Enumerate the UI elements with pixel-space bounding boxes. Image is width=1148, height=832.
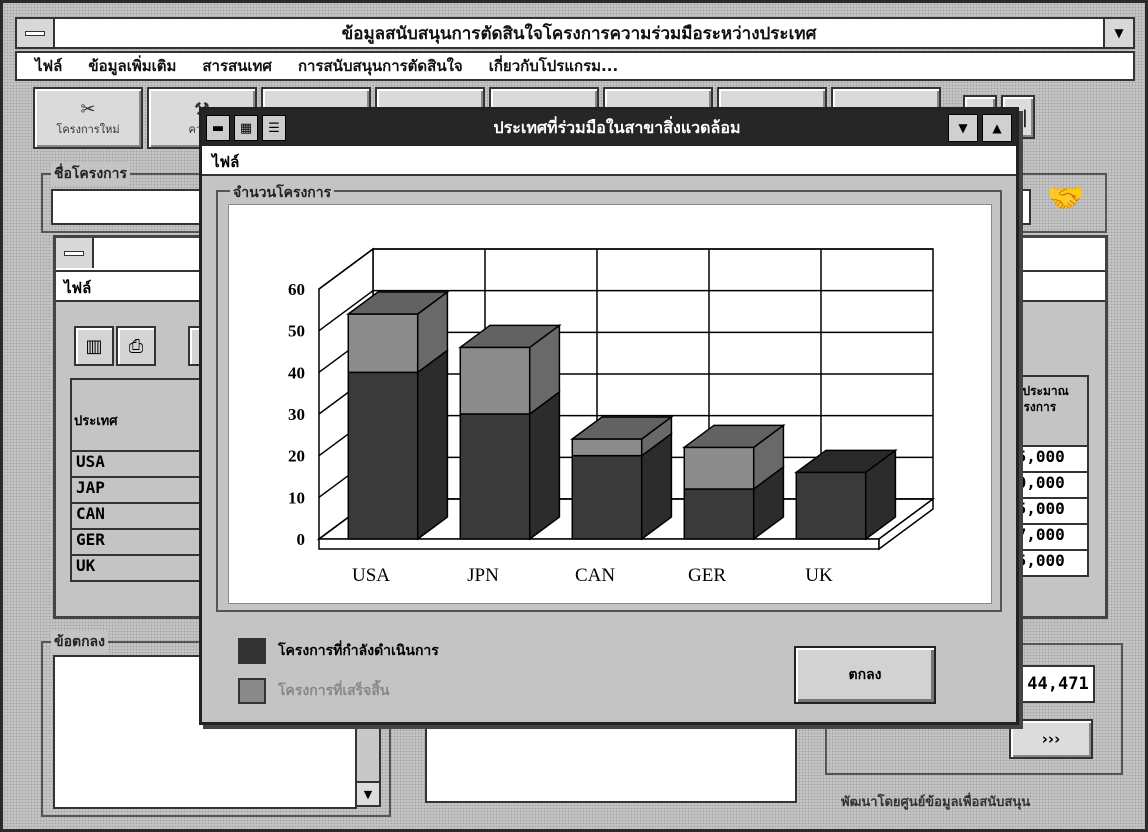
menu-decision-support[interactable]: การสนับสนุนการตัดสินใจ [298, 54, 463, 78]
grid-icon[interactable]: ▦ [234, 115, 258, 141]
list-icon[interactable]: ☰ [262, 115, 286, 141]
chart-group-label: จำนวนโครงการ [230, 182, 335, 204]
dialog-title: ประเทศที่ร่วมมือในสาขาสิ่งแวดล้อม [493, 117, 741, 137]
maximize-icon[interactable]: ▲ [982, 114, 1012, 142]
desktop: ข้อมูลสนับสนุนการตัดสินใจโครงการความร่วม… [0, 0, 1148, 832]
scroll-down-icon[interactable]: ▼ [357, 781, 379, 805]
dialog-menubar: ไฟล์ [202, 146, 1016, 176]
dialog-title-bar: ▬ ▦ ☰ ประเทศที่ร่วมมือในสาขาสิ่งแวดล้อม … [202, 110, 1016, 146]
dialog-system-icons: ▬ ▦ ☰ [202, 115, 286, 141]
system-menu-icon[interactable] [56, 238, 94, 268]
new-project-label: โครงการใหม่ [56, 122, 120, 136]
bar-front [571, 438, 643, 457]
handshake-icon: 🤝 [1047, 181, 1085, 216]
country-list-menu-file[interactable]: ไฟล์ [64, 279, 91, 297]
legend-label-ongoing: โครงการที่กำลังดำเนินการ [278, 643, 439, 659]
x-tick-label: UK [805, 565, 833, 586]
legend-label-completed: โครงการที่เสร็จสิ้น [278, 683, 390, 699]
bar-front [459, 413, 531, 540]
bar-front [347, 313, 419, 374]
printer-icon[interactable]: ⎙ [116, 326, 156, 366]
chart-base [318, 538, 880, 550]
new-project-button[interactable]: ✂ โครงการใหม่ [33, 87, 143, 149]
legend-completed: โครงการที่เสร็จสิ้น [238, 678, 390, 704]
table-row[interactable]: USA [70, 452, 210, 478]
app-title: ข้อมูลสนับสนุนการตัดสินใจโครงการความร่วม… [341, 23, 817, 44]
table-row[interactable]: UK [70, 556, 210, 582]
table-row[interactable]: JAP [70, 478, 210, 504]
x-tick-label: GER [688, 565, 726, 586]
y-tick-label: 60 [288, 280, 305, 299]
legend-ongoing: โครงการที่กำลังดำเนินการ [238, 638, 439, 664]
bar-front [795, 471, 867, 540]
table-row[interactable]: GER [70, 530, 210, 556]
scissors-icon: ✂ [80, 98, 96, 120]
agreement-label: ข้อตกลง [51, 631, 108, 653]
menu-file[interactable]: ไฟล์ [35, 54, 62, 78]
x-tick-label: CAN [575, 565, 615, 586]
y-tick-label: 20 [288, 447, 305, 466]
scroll-down-icon[interactable]: ▼ [1103, 19, 1133, 47]
footer-credit: พัฒนาโดยศูนย์ข้อมูลเพื่อสนับสนุน [841, 795, 1031, 810]
bar-front [459, 346, 531, 415]
bar-front [683, 488, 755, 540]
ok-button[interactable]: ตกลง [794, 646, 936, 704]
project-name-label: ชื่อโครงการ [51, 163, 131, 185]
total-amount: 44,471 [1021, 665, 1095, 703]
system-menu-icon[interactable] [17, 19, 55, 47]
legend-swatch-ongoing [238, 638, 266, 664]
x-tick-label: JPN [467, 565, 499, 586]
main-menubar: ไฟล์ ข้อมูลเพิ่มเติม สารสนเทศ การสนับสนุ… [15, 51, 1135, 81]
chart-dialog: ▬ ▦ ☰ ประเทศที่ร่วมมือในสาขาสิ่งแวดล้อม … [199, 107, 1019, 725]
bar-side [528, 390, 561, 541]
y-tick-label: 10 [288, 488, 305, 507]
minimize-icon[interactable]: ▼ [948, 114, 978, 142]
menu-about[interactable]: เกี่ยวกับโปรแกรม... [489, 54, 618, 78]
x-tick-label: USA [352, 565, 390, 586]
y-tick-label: 30 [288, 405, 305, 424]
y-tick-label: 40 [288, 363, 305, 382]
chart-group: จำนวนโครงการ 0 10 20 30 40 50 60 USA JPN CAN GER UK [216, 182, 1002, 612]
dialog-menu-file[interactable]: ไฟล์ [212, 153, 239, 171]
system-menu-icon[interactable]: ▬ [206, 115, 230, 141]
y-tick-label: 0 [297, 530, 306, 549]
bar-front [571, 454, 643, 540]
country-table: ประเทศ USA JAP CAN GER UK [70, 378, 210, 582]
chart-area: 0 10 20 30 40 50 60 USA JPN CAN GER UK [228, 204, 992, 604]
main-title-bar: ข้อมูลสนับสนุนการตัดสินใจโครงการความร่วม… [15, 17, 1135, 49]
bar-chart: 0 10 20 30 40 50 60 USA JPN CAN GER UK [288, 247, 936, 586]
table-row[interactable]: CAN [70, 504, 210, 530]
more-button[interactable]: ››› [1009, 719, 1093, 759]
bar-front [347, 371, 419, 540]
menu-more-data[interactable]: ข้อมูลเพิ่มเติม [88, 54, 176, 78]
legend-swatch-completed [238, 678, 266, 704]
y-tick-label: 50 [288, 322, 305, 341]
bar-side [416, 348, 449, 541]
bar-front [683, 446, 755, 490]
country-column-header: ประเทศ [70, 378, 210, 452]
menu-information[interactable]: สารสนเทศ [202, 54, 272, 78]
chart-icon[interactable]: ▥ [74, 326, 114, 366]
